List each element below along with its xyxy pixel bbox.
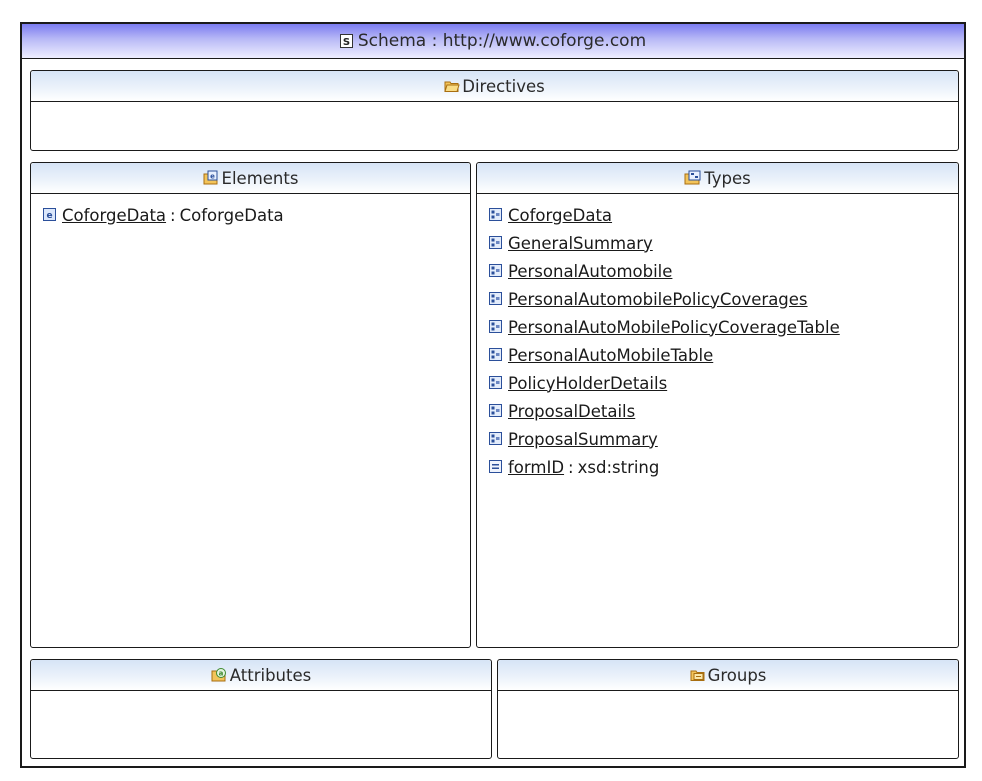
type-value-type: xsd:string — [577, 457, 660, 477]
type-name-link[interactable]: GeneralSummary — [508, 234, 653, 253]
svg-text:e: e — [210, 173, 215, 181]
element-separator: : — [170, 205, 176, 225]
element-type: CoforgeData — [179, 205, 284, 225]
type-row[interactable]: PersonalAutomobilePolicyCoverages — [489, 285, 958, 313]
types-header[interactable]: Types — [477, 163, 958, 194]
type-row[interactable]: ProposalDetails — [489, 397, 958, 425]
groups-header[interactable]: Groups — [498, 660, 958, 691]
element-icon: e — [43, 208, 57, 222]
attributes-title: Attributes — [229, 665, 312, 685]
complex-type-icon — [489, 292, 503, 306]
type-name-link[interactable]: PersonalAutoMobilePolicyCoverageTable — [508, 318, 840, 337]
type-name-link[interactable]: PersonalAutomobilePolicyCoverages — [508, 290, 808, 309]
elements-panel: e Elements e CoforgeData : CoforgeData — [30, 162, 471, 648]
type-row[interactable]: GeneralSummary — [489, 229, 958, 257]
attributes-folder-icon: a — [211, 667, 228, 683]
types-panel: Types CoforgeData GeneralSummary Persona… — [476, 162, 959, 648]
elements-header[interactable]: e Elements — [31, 163, 470, 194]
complex-type-icon — [489, 376, 503, 390]
type-row[interactable]: ProposalSummary — [489, 425, 958, 453]
type-name-link[interactable]: ProposalSummary — [508, 430, 658, 449]
type-row[interactable]: PersonalAutoMobilePolicyCoverageTable — [489, 313, 958, 341]
complex-type-icon — [489, 208, 503, 222]
schema-container: S Schema : http://www.coforge.com Direct… — [20, 22, 966, 768]
svg-text:S: S — [343, 37, 350, 48]
element-name-link[interactable]: CoforgeData — [62, 206, 166, 225]
schema-header[interactable]: S Schema : http://www.coforge.com — [22, 24, 964, 59]
types-folder-icon — [684, 170, 702, 186]
directives-title: Directives — [462, 76, 545, 96]
groups-title: Groups — [707, 665, 767, 685]
type-name-link[interactable]: formID — [508, 458, 564, 477]
elements-folder-icon: e — [203, 170, 220, 186]
type-name-link[interactable]: PersonalAutomobile — [508, 262, 672, 281]
groups-panel: Groups — [497, 659, 959, 759]
element-row[interactable]: e CoforgeData : CoforgeData — [43, 201, 470, 229]
type-row[interactable]: PersonalAutomobile — [489, 257, 958, 285]
directives-panel: Directives — [30, 70, 959, 151]
type-separator: : — [568, 457, 574, 477]
svg-text:a: a — [218, 670, 223, 678]
svg-text:e: e — [46, 211, 52, 221]
schema-icon: S — [339, 34, 353, 48]
complex-type-icon — [489, 432, 503, 446]
type-row[interactable]: CoforgeData — [489, 201, 958, 229]
complex-type-icon — [489, 320, 503, 334]
type-name-link[interactable]: CoforgeData — [508, 206, 612, 225]
type-name-link[interactable]: ProposalDetails — [508, 402, 635, 421]
type-name-link[interactable]: PersonalAutoMobileTable — [508, 346, 713, 365]
elements-title: Elements — [221, 168, 299, 188]
schema-title: Schema : http://www.coforge.com — [357, 31, 647, 51]
simple-type-icon — [489, 460, 503, 474]
complex-type-icon — [489, 348, 503, 362]
type-name-link[interactable]: PolicyHolderDetails — [508, 374, 667, 393]
attributes-header[interactable]: a Attributes — [31, 660, 491, 691]
types-title: Types — [704, 168, 751, 188]
complex-type-icon — [489, 404, 503, 418]
type-row[interactable]: PersonalAutoMobileTable — [489, 341, 958, 369]
type-row[interactable]: formID : xsd:string — [489, 453, 958, 481]
complex-type-icon — [489, 264, 503, 278]
attributes-panel: a Attributes — [30, 659, 492, 759]
folder-open-icon — [444, 79, 460, 93]
complex-type-icon — [489, 236, 503, 250]
groups-folder-icon — [690, 668, 706, 682]
type-row[interactable]: PolicyHolderDetails — [489, 369, 958, 397]
directives-header[interactable]: Directives — [31, 71, 958, 102]
